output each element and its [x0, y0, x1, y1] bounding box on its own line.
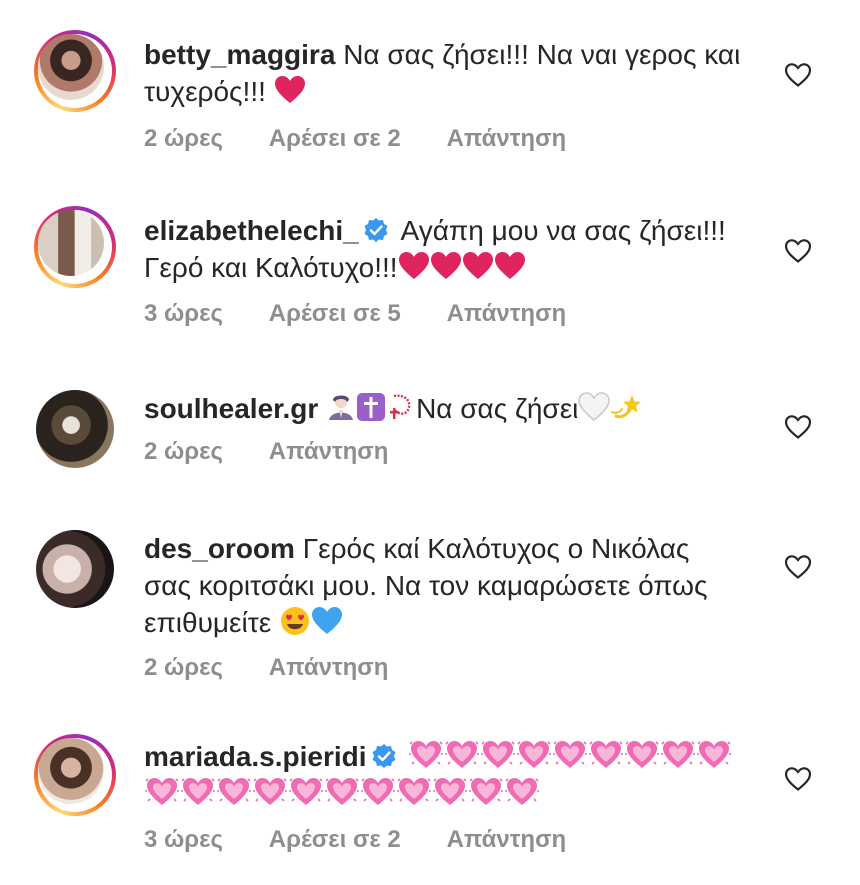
red-heart-icon — [462, 251, 494, 281]
red-heart-icon — [494, 251, 526, 281]
comment-time: 3 ώρες — [144, 300, 224, 327]
comment-meta: 2 ώρες Απάντηση — [144, 438, 428, 466]
likes-count-link[interactable]: Αρέσει σε 2 — [269, 826, 401, 853]
sparkling-heart-icon — [252, 775, 288, 807]
sparkling-heart-icon — [504, 775, 540, 807]
comment-text: mariada.s.pieridi — [144, 738, 744, 812]
comment-time: 2 ώρες — [144, 125, 224, 152]
reply-link[interactable]: Απάντηση — [447, 125, 567, 152]
sparkling-heart-icon — [588, 738, 624, 770]
latin-cross-icon — [357, 393, 386, 421]
reply-link[interactable]: Απάντηση — [447, 300, 567, 327]
sparkling-heart-icon — [288, 775, 324, 807]
comment-text: elizabethelechi_ Αγάπη μου να σας ζήσει!… — [144, 212, 744, 286]
sparkling-heart-icon — [360, 775, 396, 807]
reply-link[interactable]: Απάντηση — [269, 438, 389, 465]
comment-meta: 2 ώρες Απάντηση — [144, 654, 428, 682]
sparkling-heart-icon — [660, 738, 696, 770]
verified-badge-icon — [371, 743, 397, 769]
sparkling-heart-icon — [480, 738, 516, 770]
avatar[interactable] — [34, 734, 116, 816]
person-praying-icon — [329, 395, 354, 420]
reply-link[interactable]: Απάντηση — [447, 826, 567, 853]
sparkling-heart-icon — [696, 738, 732, 770]
red-heart-icon — [398, 251, 430, 281]
sparkling-heart-icon — [396, 775, 432, 807]
like-heart-icon[interactable] — [784, 414, 812, 440]
heart-eyes-icon — [281, 607, 310, 635]
likes-count-link[interactable]: Αρέσει σε 5 — [269, 300, 401, 327]
comment-time: 3 ώρες — [144, 826, 224, 853]
white-heart-icon — [578, 392, 610, 422]
comment-meta: 3 ώρες Αρέσει σε 2 Απάντηση — [144, 826, 606, 854]
comment-meta: 3 ώρες Αρέσει σε 5 Απάντηση — [144, 300, 606, 328]
sparkling-heart-icon — [624, 738, 660, 770]
username[interactable]: betty_maggira — [144, 39, 335, 70]
username[interactable]: mariada.s.pieridi — [144, 741, 367, 772]
comment-time: 2 ώρες — [144, 654, 224, 681]
username[interactable]: des_oroom — [144, 533, 295, 564]
red-heart-icon — [274, 75, 306, 105]
sparkling-heart-icon — [216, 775, 252, 807]
red-heart-icon — [430, 251, 462, 281]
sparkling-heart-icon — [408, 738, 444, 770]
sparkling-heart-icon — [468, 775, 504, 807]
sparkling-heart-icon — [516, 738, 552, 770]
rosary-icon — [390, 394, 411, 419]
avatar[interactable] — [34, 528, 116, 610]
sparkling-heart-icon — [552, 738, 588, 770]
sparkling-heart-icon — [444, 738, 480, 770]
verified-badge-icon — [363, 217, 389, 243]
like-heart-icon[interactable] — [784, 554, 812, 580]
like-heart-icon[interactable] — [784, 62, 812, 88]
like-heart-icon[interactable] — [784, 238, 812, 264]
sparkling-heart-icon — [180, 775, 216, 807]
dizzy-icon — [611, 395, 642, 419]
avatar[interactable] — [34, 206, 116, 288]
like-heart-icon[interactable] — [784, 766, 812, 792]
avatar[interactable] — [34, 30, 116, 112]
username[interactable]: elizabethelechi_ — [144, 215, 359, 246]
comment-text: soulhealer.gr Να σας ζήσει — [144, 390, 744, 427]
comment-text: des_oroom Γερός καί Καλότυχος ο Νικόλας … — [144, 530, 744, 641]
comment-meta: 2 ώρες Αρέσει σε 2 Απάντηση — [144, 125, 606, 153]
username[interactable]: soulhealer.gr — [144, 393, 318, 424]
reply-link[interactable]: Απάντηση — [269, 654, 389, 681]
sparkling-heart-icon — [432, 775, 468, 807]
comment-time: 2 ώρες — [144, 438, 224, 465]
avatar[interactable] — [34, 388, 116, 470]
comment-body: Να σας ζήσει — [416, 393, 579, 424]
comment-text: betty_maggira Να σας ζήσει!!! Να ναι γερ… — [144, 36, 744, 110]
likes-count-link[interactable]: Αρέσει σε 2 — [269, 125, 401, 152]
sparkling-heart-icon — [144, 775, 180, 807]
sparkling-heart-icon — [324, 775, 360, 807]
blue-heart-icon — [311, 606, 343, 636]
